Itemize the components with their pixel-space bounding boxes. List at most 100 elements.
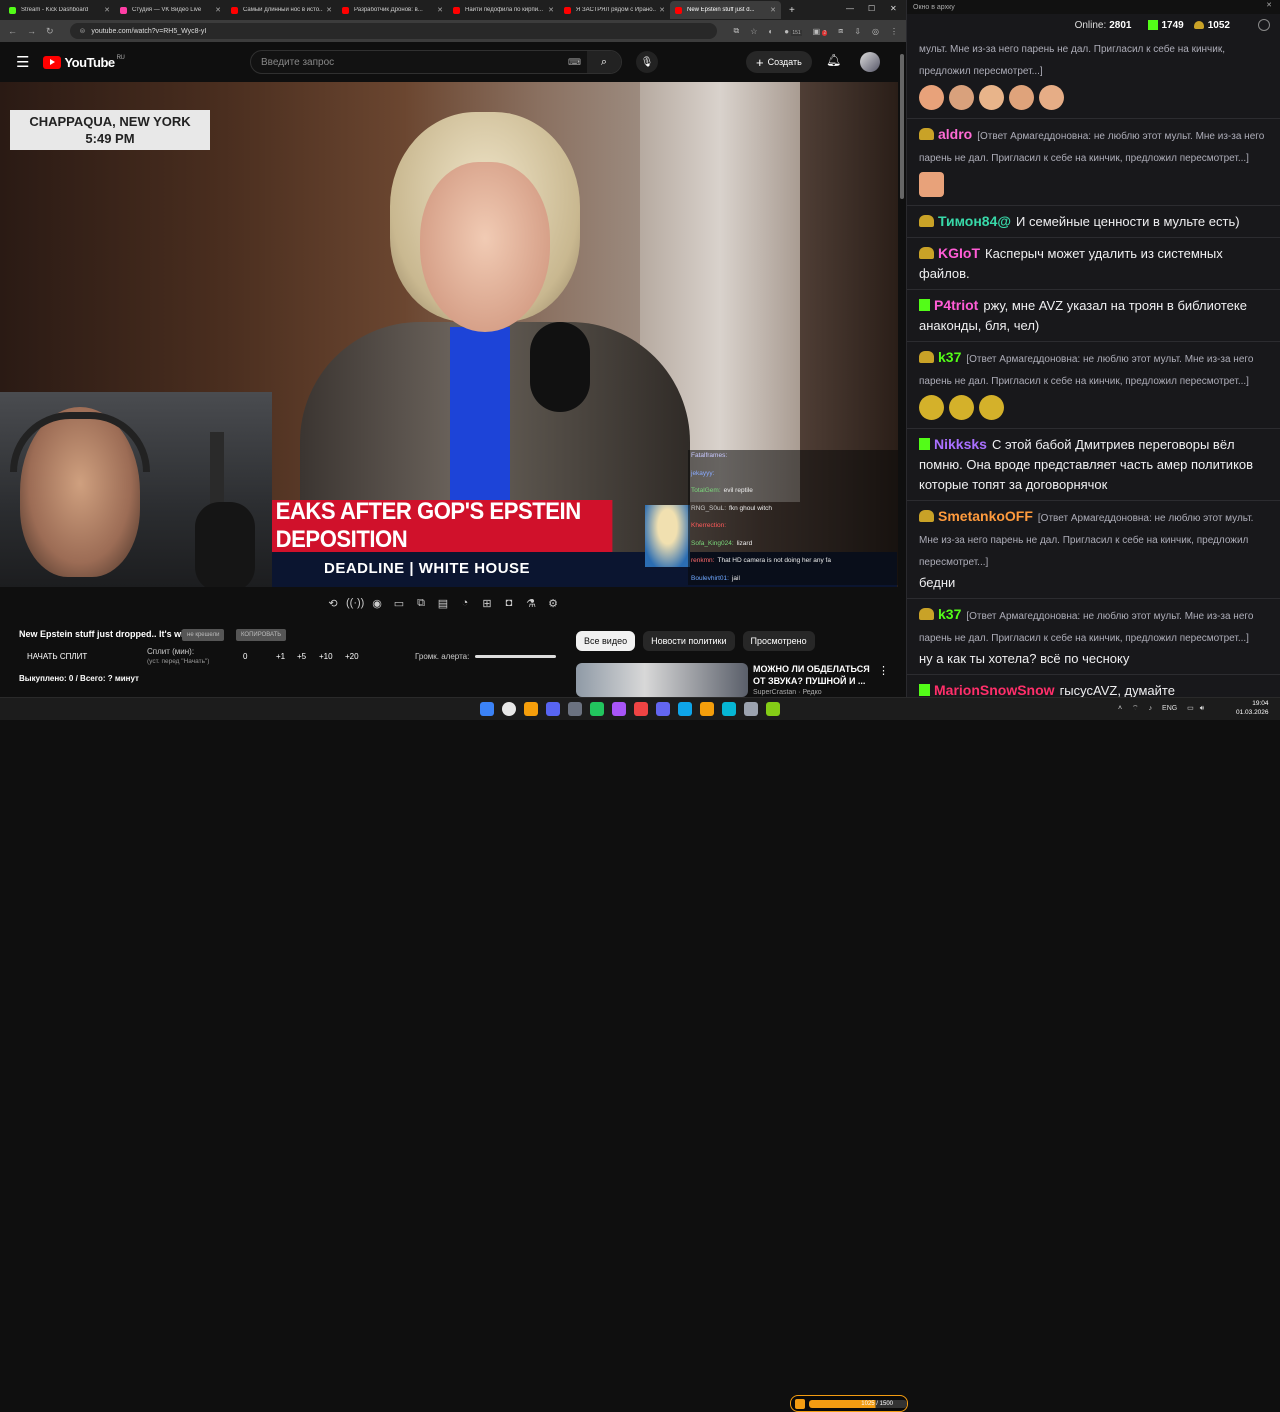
split-plus-5-button[interactable]: +5 — [297, 652, 306, 661]
chat-username[interactable]: aldro — [938, 126, 972, 142]
forward-icon[interactable]: → — [27, 26, 36, 36]
back-icon[interactable]: ← — [8, 26, 17, 36]
chip-politics-news[interactable]: Новости политики — [643, 631, 735, 651]
voice-search-button[interactable]: 🎙︎ — [636, 51, 658, 73]
taskbar-app-icon[interactable] — [546, 702, 560, 716]
tray-mic-icon[interactable]: ♪ — [1149, 705, 1153, 712]
menu-kebab-icon[interactable]: ⋮ — [890, 27, 898, 36]
taskbar-app-icon[interactable] — [656, 702, 670, 716]
browser-tab[interactable]: New Epstein stuff just d... ✕ — [670, 1, 781, 19]
avatar[interactable] — [860, 52, 880, 72]
chat-username[interactable]: P4triot — [934, 297, 978, 313]
chip-watched[interactable]: Просмотрено — [742, 631, 815, 651]
split-plus-1-button[interactable]: +1 — [276, 652, 285, 661]
progress-widget[interactable]: 1025 / 1500 — [790, 1395, 908, 1412]
create-button[interactable]: + Создать — [746, 51, 812, 73]
taskbar-app-icon[interactable] — [612, 702, 626, 716]
new-tab-icon[interactable]: + — [789, 5, 795, 16]
split-plus-10-button[interactable]: +10 — [319, 652, 333, 661]
keyboard-icon[interactable]: ⌨ — [568, 57, 581, 68]
chat-close-icon[interactable]: ✕ — [1266, 1, 1272, 9]
chat-username[interactable]: SmetankoOFF — [938, 508, 1033, 524]
copy-button[interactable]: КОПИРОВАТЬ — [236, 629, 287, 641]
tray-network-icon[interactable]: ▭ — [1187, 705, 1194, 712]
browser-tab[interactable]: Самый длинный нос в исто... ✕ — [226, 1, 337, 19]
taskbar-app-icon[interactable] — [524, 702, 538, 716]
url-field[interactable]: ⊜ youtube.com/watch?v=RH5_Wyc8-yI — [69, 23, 717, 39]
split-value-0[interactable]: 0 — [243, 652, 247, 661]
taskbar-app-icon[interactable] — [766, 702, 780, 716]
profile-icon[interactable]: ◎ — [872, 27, 879, 36]
tab-close-icon[interactable]: ✕ — [104, 6, 110, 14]
taskbar-app-icon[interactable] — [678, 702, 692, 716]
tray-language[interactable]: ENG — [1162, 705, 1177, 712]
maximize-icon[interactable]: ☐ — [868, 4, 875, 13]
download-icon[interactable]: ⇩ — [854, 27, 861, 36]
chat-username[interactable]: KGIoT — [938, 245, 980, 261]
cast-icon[interactable]: ⧉ — [734, 26, 740, 36]
alert-volume-slider[interactable] — [475, 655, 556, 658]
tray-volume-icon[interactable]: 🔊︎ — [1200, 705, 1204, 712]
flask-icon[interactable]: ⚗ — [522, 597, 540, 610]
watch-icon[interactable]: ◉ — [368, 597, 386, 610]
taskbar-app-icon[interactable] — [700, 702, 714, 716]
tray-chevron-icon[interactable]: ˄ — [1118, 705, 1122, 712]
page-scrollbar[interactable] — [899, 42, 905, 692]
tab-close-icon[interactable]: ✕ — [659, 6, 665, 14]
browser-tab[interactable]: Stream - Kick Dashboard ✕ — [4, 1, 115, 19]
status-pill[interactable]: не крешели — [182, 629, 225, 641]
extension-icon[interactable]: ◐ — [768, 27, 773, 36]
taskbar-app-icon[interactable] — [590, 702, 604, 716]
extension-red-icon[interactable]: ▣ 2 — [813, 27, 828, 36]
taskbar-app-icon[interactable] — [502, 702, 516, 716]
picture-in-picture-icon[interactable]: ⧉ — [412, 597, 430, 610]
search-button[interactable]: ⌕ — [587, 51, 621, 73]
split-plus-20-button[interactable]: +20 — [345, 652, 359, 661]
settings-gear-icon[interactable]: ⚙ — [544, 597, 562, 610]
taskbar-app-icon[interactable] — [568, 702, 582, 716]
chat-username[interactable]: k37 — [938, 349, 961, 365]
chat-settings-icon[interactable] — [1258, 19, 1270, 31]
browser-tab[interactable]: Я ЗАСТРЯЛ рядом с Ирано... ✕ — [559, 1, 670, 19]
youtube-logo[interactable]: YouTube RU — [43, 55, 125, 70]
minimize-icon[interactable]: — — [846, 4, 854, 13]
reload-icon[interactable]: ↻ — [46, 26, 54, 37]
taskbar-app-icon[interactable] — [634, 702, 648, 716]
search-input[interactable]: Введите запрос ⌨ ⌕ — [250, 50, 622, 74]
start-split-button[interactable]: НАЧАТЬ СПЛИТ — [27, 652, 87, 661]
speedometer-icon[interactable]: ◔ — [456, 597, 474, 609]
screenshot-camera-icon[interactable]: ◘ — [500, 597, 518, 609]
chat-username[interactable]: Тимон84@ — [938, 213, 1011, 229]
scrollbar-thumb[interactable] — [900, 54, 904, 199]
clapper-icon[interactable]: ▭ — [390, 597, 408, 610]
bookmark-star-icon[interactable]: ☆ — [750, 27, 757, 36]
notifications-bell-icon[interactable]: 🔔︎ — [826, 53, 841, 67]
chat-username[interactable]: k37 — [938, 606, 961, 622]
taskbar-app-icon[interactable] — [744, 702, 758, 716]
tab-close-icon[interactable]: ✕ — [548, 6, 554, 14]
add-frame-icon[interactable]: ⊞ — [478, 597, 496, 610]
close-window-icon[interactable]: ✕ — [890, 4, 897, 13]
browser-tab[interactable]: Студия — VK Видео Live ✕ — [115, 1, 226, 19]
hamburger-menu-icon[interactable]: ☰ — [16, 53, 29, 71]
tab-close-icon[interactable]: ✕ — [326, 6, 332, 14]
taskbar-app-icon[interactable] — [722, 702, 736, 716]
tab-close-icon[interactable]: ✕ — [770, 6, 776, 14]
browser-tab[interactable]: Найти педофила по кирпи... ✕ — [448, 1, 559, 19]
taskbar-clock[interactable]: 19:04 01.03.2026 — [1236, 699, 1269, 717]
taskbar-app-icon[interactable] — [480, 702, 494, 716]
film-icon[interactable]: ▤ — [434, 597, 452, 610]
site-info-icon[interactable]: ⊜ — [80, 27, 86, 35]
loop-icon[interactable]: ⟲ — [324, 597, 342, 610]
broadcast-icon[interactable]: ((·)) — [346, 597, 364, 609]
tab-close-icon[interactable]: ✕ — [215, 6, 221, 14]
recommendation-thumbnail[interactable] — [576, 663, 748, 697]
tray-wifi-icon[interactable]: ⌔ — [1132, 705, 1139, 712]
chip-all-videos[interactable]: Все видео — [576, 631, 636, 651]
recommendation-more-icon[interactable]: ⋮ — [878, 664, 889, 677]
tab-close-icon[interactable]: ✕ — [437, 6, 443, 14]
extensions-puzzle-icon[interactable]: ⧈ — [838, 26, 843, 36]
chat-username[interactable]: Nikksks — [934, 436, 987, 452]
extension-counter-icon[interactable]: ● 151 — [784, 27, 802, 36]
browser-tab[interactable]: Разработчик Дронов: в... ✕ — [337, 1, 448, 19]
